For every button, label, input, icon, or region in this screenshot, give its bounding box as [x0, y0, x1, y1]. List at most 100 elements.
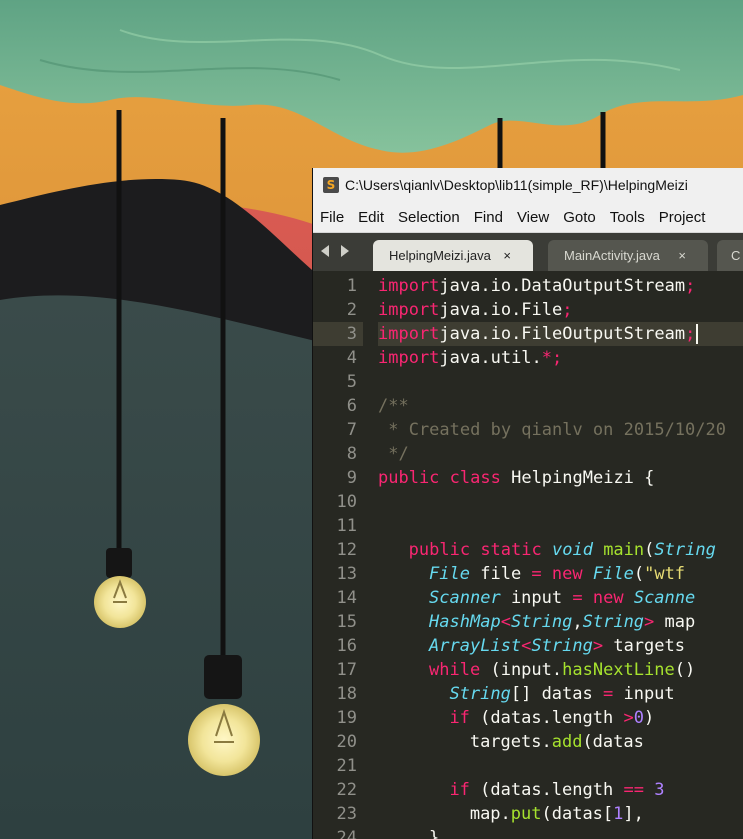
menu-tools[interactable]: Tools: [603, 209, 652, 226]
code-token: java.util.: [439, 348, 542, 368]
tab-mainactivity[interactable]: MainActivity.java ×: [548, 240, 708, 271]
code-editor[interactable]: 1 importjava.io.DataOutputStream; 2 importj…: [313, 271, 743, 839]
code-token: ;: [685, 276, 696, 296]
code-text: importjava.io.DataOutputStream;: [378, 274, 743, 298]
code-line[interactable]: 14 Scanner input = new Scanne: [313, 586, 743, 610]
title-bar[interactable]: S C:\Users\qianlv\Desktop\lib11(simple_R…: [313, 168, 743, 202]
menu-find[interactable]: Find: [467, 209, 510, 226]
code-token: String: [449, 684, 511, 704]
code-line[interactable]: 9 public class HelpingMeizi {: [313, 466, 743, 490]
line-number: 8: [346, 444, 357, 464]
code-text: File file = new File("wtf: [378, 562, 743, 586]
line-number: 15: [336, 612, 357, 632]
line-number: 6: [346, 396, 357, 416]
line-number: 19: [336, 708, 357, 728]
tab-partial[interactable]: C: [717, 240, 743, 271]
code-token: add: [551, 732, 583, 752]
code-token: class: [449, 468, 501, 488]
menu-file[interactable]: File: [313, 209, 351, 226]
code-token: File: [429, 564, 470, 584]
code-line[interactable]: 24 }: [313, 826, 743, 839]
triangle-left-icon[interactable]: [319, 243, 331, 259]
code-token: put: [510, 804, 542, 824]
code-line[interactable]: 8 */: [313, 442, 743, 466]
code-line[interactable]: 17 while (input.hasNextLine(): [313, 658, 743, 682]
code-token: while: [429, 660, 481, 680]
code-line[interactable]: 3 importjava.io.FileOutputStream;: [313, 322, 743, 346]
code-token: file: [470, 564, 532, 584]
code-text: while (input.hasNextLine(): [378, 658, 743, 682]
code-token: =: [572, 588, 583, 608]
close-icon[interactable]: ×: [503, 248, 511, 263]
code-line[interactable]: 6 /**: [313, 394, 743, 418]
code-line[interactable]: 1 importjava.io.DataOutputStream;: [313, 274, 743, 298]
code-token: =: [531, 564, 542, 584]
close-icon[interactable]: ×: [678, 248, 686, 263]
code-token: String: [510, 612, 573, 632]
code-token: Scanner: [429, 588, 501, 608]
code-token: 1: [613, 804, 624, 824]
menu-edit[interactable]: Edit: [351, 209, 391, 226]
menu-project[interactable]: Project: [652, 209, 713, 226]
menu-selection[interactable]: Selection: [391, 209, 467, 226]
code-line[interactable]: 11: [313, 514, 743, 538]
line-number: 9: [346, 468, 357, 488]
triangle-right-icon[interactable]: [339, 243, 351, 259]
code-token: (: [644, 540, 655, 560]
code-token: String: [654, 540, 716, 560]
code-line[interactable]: 15 HashMap<String,String> map: [313, 610, 743, 634]
tab-nav-arrows: [319, 243, 359, 259]
code-token: java.io.DataOutputStream: [439, 276, 686, 296]
code-token: input: [500, 588, 573, 608]
tab-helpingmeizi[interactable]: HelpingMeizi.java ×: [373, 240, 533, 271]
code-token: ,: [572, 612, 583, 632]
code-token: (input.: [480, 660, 563, 680]
code-token: "wtf: [644, 564, 686, 584]
code-line[interactable]: 21: [313, 754, 743, 778]
code-token: java.io.FileOutputStream: [439, 324, 686, 344]
code-token: Scanne: [633, 588, 696, 608]
code-line[interactable]: 16 ArrayList<String> targets: [313, 634, 743, 658]
code-token: ;: [685, 324, 696, 344]
code-token: ): [643, 708, 655, 728]
code-line[interactable]: 4 importjava.util.*;: [313, 346, 743, 370]
code-line[interactable]: 20 targets.add(datas: [313, 730, 743, 754]
code-text: importjava.util.*;: [378, 346, 743, 370]
line-number: 20: [336, 732, 357, 752]
code-line[interactable]: 22 if (datas.length == 3: [313, 778, 743, 802]
code-text: /**: [378, 394, 743, 418]
code-line[interactable]: 13 File file = new File("wtf: [313, 562, 743, 586]
line-number: 10: [336, 492, 357, 512]
code-line[interactable]: 7 * Created by qianlv on 2015/10/20: [313, 418, 743, 442]
code-token: >: [623, 708, 634, 728]
code-token: map.: [459, 804, 511, 824]
code-token: ==: [623, 780, 644, 800]
code-line[interactable]: 10: [313, 490, 743, 514]
code-token: >: [592, 636, 604, 656]
code-token: HashMap: [429, 612, 501, 632]
code-line[interactable]: 23 map.put(datas[1],: [313, 802, 743, 826]
line-number: 24: [336, 828, 357, 839]
code-token: (datas.length: [469, 708, 624, 728]
code-text: ArrayList<String> targets: [378, 634, 743, 658]
tab-bar: HelpingMeizi.java × MainActivity.java × …: [313, 233, 743, 271]
code-token: new: [551, 564, 583, 584]
line-number: 3: [313, 322, 363, 346]
tab-label: HelpingMeizi.java: [389, 248, 491, 263]
code-text: if (datas.length == 3: [378, 778, 743, 802]
code-line[interactable]: 18 String[] datas = input: [313, 682, 743, 706]
code-text: Scanner input = new Scanne: [378, 586, 743, 610]
code-line[interactable]: 12 public static void main(String: [313, 538, 743, 562]
code-token: [] datas: [510, 684, 603, 704]
menu-goto[interactable]: Goto: [556, 209, 603, 226]
code-line[interactable]: 19 if (datas.length >0): [313, 706, 743, 730]
code-line[interactable]: 2 importjava.io.File;: [313, 298, 743, 322]
code-token: <: [521, 636, 532, 656]
menu-view[interactable]: View: [510, 209, 556, 226]
code-line[interactable]: 5: [313, 370, 743, 394]
